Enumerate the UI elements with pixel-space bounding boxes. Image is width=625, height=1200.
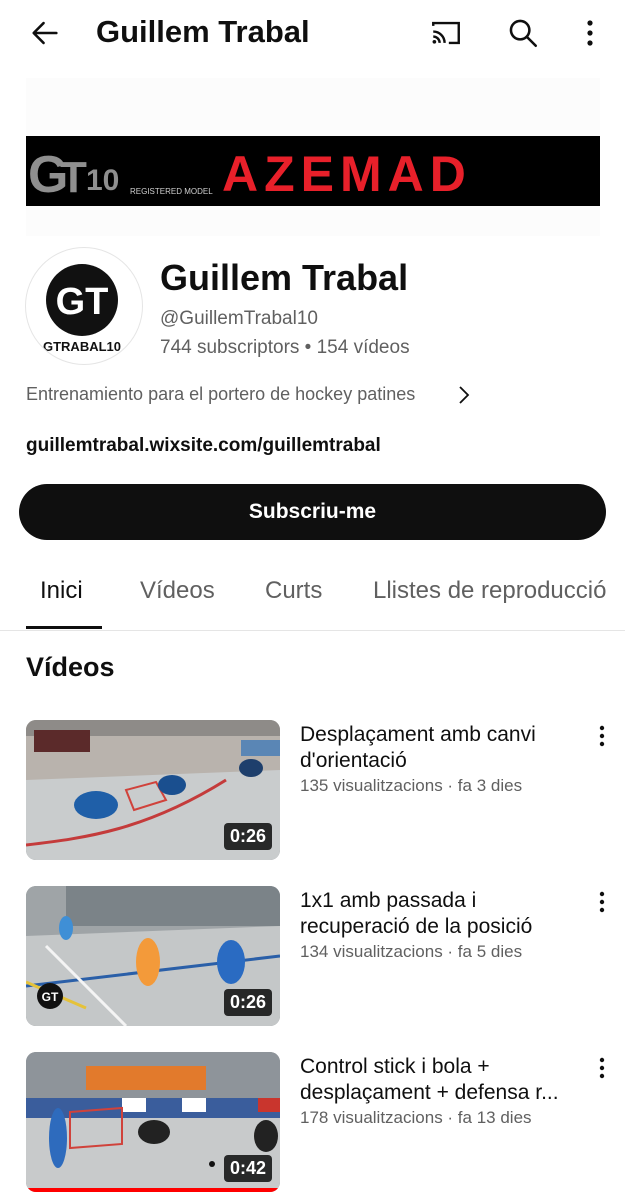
tab-shorts[interactable]: Curts — [265, 577, 322, 605]
tab-playlists[interactable]: Llistes de reproducció — [373, 577, 606, 605]
search-icon[interactable] — [506, 16, 540, 50]
video-title[interactable]: Desplaçament amb canvi d'orientació — [300, 722, 562, 774]
video-thumbnail[interactable]: 0:42 — [26, 1052, 280, 1192]
thumbnail-logo: GT — [42, 990, 59, 1004]
avatar-text: GT — [56, 281, 109, 323]
channel-banner: G T 10 REGISTERED MODEL AZEMAD — [26, 136, 600, 206]
watch-progress-bar — [26, 1188, 280, 1192]
chevron-right-icon[interactable] — [456, 383, 472, 407]
list-item[interactable]: 0:42 Control stick i bola + desplaçament… — [0, 1052, 625, 1192]
banner-logo-subtext: REGISTERED MODEL — [130, 187, 213, 196]
channel-name: Guillem Trabal — [160, 257, 409, 298]
channel-tabs: Inici Vídeos Curts Llistes de reproducci… — [0, 560, 625, 631]
tab-active-indicator — [26, 626, 102, 629]
list-item[interactable]: GT 0:26 1x1 amb passada i recuperació de… — [0, 886, 625, 1026]
subscribe-button[interactable]: Subscriu-me — [19, 484, 606, 540]
video-meta: 134 visualitzacions · fa 5 dies — [300, 942, 523, 961]
video-title[interactable]: Control stick i bola + desplaçament + de… — [300, 1054, 562, 1106]
cast-icon[interactable] — [428, 16, 464, 50]
back-arrow-icon[interactable] — [28, 16, 62, 50]
video-duration: 0:26 — [223, 823, 272, 850]
tab-home[interactable]: Inici — [40, 577, 83, 605]
video-title[interactable]: 1x1 amb passada i recuperació de la posi… — [300, 888, 562, 940]
page-title: Guillem Trabal — [96, 14, 310, 49]
avatar-caption: GTRABAL10 — [43, 339, 121, 354]
banner-logo: G T 10 REGISTERED MODEL AZEMAD — [28, 146, 472, 204]
video-thumbnail[interactable]: GT 0:26 — [26, 886, 280, 1026]
svg-text:T: T — [60, 153, 87, 202]
more-vert-icon[interactable] — [580, 18, 600, 48]
channel-description[interactable]: Entrenamiento para el portero de hockey … — [26, 384, 415, 405]
tab-videos[interactable]: Vídeos — [140, 577, 215, 605]
more-vert-icon[interactable] — [592, 890, 612, 914]
video-meta: 135 visualitzacions · fa 3 dies — [300, 776, 523, 795]
more-vert-icon[interactable] — [592, 724, 612, 748]
list-item[interactable]: 0:26 Desplaçament amb canvi d'orientació… — [0, 720, 625, 860]
channel-stats: 744 subscriptors • 154 vídeos — [160, 337, 410, 358]
more-vert-icon[interactable] — [592, 1056, 612, 1080]
banner-brand-text: AZEMAD — [222, 146, 472, 202]
channel-handle: @GuillemTrabal10 — [160, 308, 318, 329]
channel-link[interactable]: guillemtrabal.wixsite.com/guillemtrabal — [26, 435, 381, 457]
video-duration: 0:26 — [223, 989, 272, 1016]
video-duration: 0:42 — [223, 1155, 272, 1182]
section-title: Vídeos — [26, 652, 115, 682]
svg-text:10: 10 — [86, 164, 119, 197]
video-thumbnail[interactable]: 0:26 — [26, 720, 280, 860]
channel-avatar[interactable]: GT GTRABAL10 — [25, 247, 143, 365]
video-meta: 178 visualitzacions · fa 13 dies — [300, 1108, 532, 1127]
top-app-bar: Guillem Trabal — [0, 0, 625, 68]
